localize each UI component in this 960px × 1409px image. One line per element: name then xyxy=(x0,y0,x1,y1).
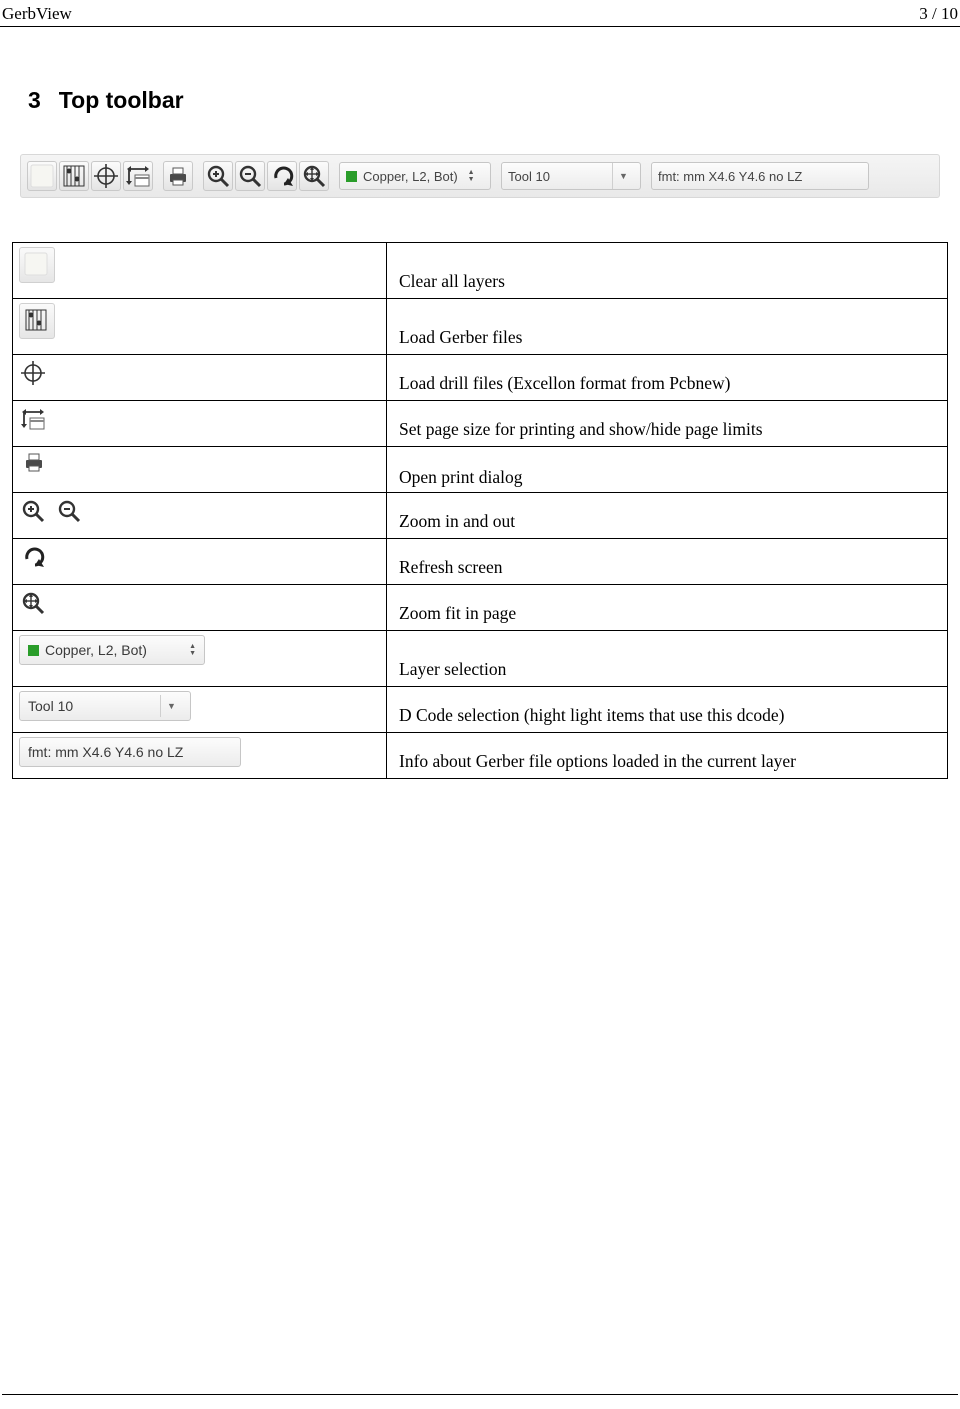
dropdown-arrow-icon: ▼ xyxy=(160,695,182,717)
layer-color-icon xyxy=(346,171,357,182)
page-size-button[interactable] xyxy=(123,161,153,191)
table-row: Load drill files (Excellon format from P… xyxy=(13,355,948,401)
desc-text: Set page size for printing and show/hide… xyxy=(399,419,763,439)
desc-text: Layer selection xyxy=(399,659,506,679)
section-heading: 3 Top toolbar xyxy=(28,87,960,114)
format-display-label: fmt: mm X4.6 Y4.6 no LZ xyxy=(28,744,183,760)
layer-color-icon xyxy=(28,645,39,656)
table-row: Load Gerber files xyxy=(13,299,948,355)
load-drill-icon xyxy=(19,359,49,389)
zoom-fit-button[interactable] xyxy=(299,161,329,191)
zoom-out-icon xyxy=(55,497,85,527)
load-drill-button[interactable] xyxy=(91,161,121,191)
section-number: 3 xyxy=(28,87,41,113)
toolbar-description-table: Clear all layers Load Gerber files Load … xyxy=(12,242,948,779)
dropdown-arrow-icon: ▼ xyxy=(612,163,634,189)
page-number: 3 / 10 xyxy=(919,4,958,24)
zoom-fit-icon xyxy=(19,589,49,619)
desc-text: Load drill files (Excellon format from P… xyxy=(399,373,730,393)
tool-select-label: Tool 10 xyxy=(508,169,600,184)
table-row: Tool 10 ▼ D Code selection (hight light … xyxy=(13,687,948,733)
desc-text: Info about Gerber file options loaded in… xyxy=(399,751,796,771)
tool-select[interactable]: Tool 10 ▼ xyxy=(501,162,641,190)
layer-select-label: Copper, L2, Bot) xyxy=(363,169,458,184)
clear-layers-button[interactable] xyxy=(27,161,57,191)
print-icon xyxy=(19,447,49,477)
page-footer xyxy=(2,1394,958,1395)
desc-text: Clear all layers xyxy=(399,271,505,291)
table-row: Refresh screen xyxy=(13,539,948,585)
table-row: Copper, L2, Bot) ▲▼ Layer selection xyxy=(13,631,948,687)
refresh-icon xyxy=(19,543,49,573)
table-row: Set page size for printing and show/hide… xyxy=(13,401,948,447)
load-gerber-icon xyxy=(19,303,55,339)
section-title: Top toolbar xyxy=(59,87,184,113)
format-display-widget: fmt: mm X4.6 Y4.6 no LZ xyxy=(19,737,241,767)
spinner-arrows-icon: ▲▼ xyxy=(189,643,196,657)
format-display-label: fmt: mm X4.6 Y4.6 no LZ xyxy=(658,169,802,184)
zoom-in-icon xyxy=(19,497,49,527)
load-gerber-button[interactable] xyxy=(59,161,89,191)
desc-text: Refresh screen xyxy=(399,557,503,577)
refresh-button[interactable] xyxy=(267,161,297,191)
desc-text: Open print dialog xyxy=(399,467,522,487)
layer-select-label: Copper, L2, Bot) xyxy=(45,642,147,658)
desc-text: D Code selection (hight light items that… xyxy=(399,705,784,725)
table-row: fmt: mm X4.6 Y4.6 no LZ Info about Gerbe… xyxy=(13,733,948,779)
zoom-in-button[interactable] xyxy=(203,161,233,191)
toolbar-strip: Copper, L2, Bot) ▲▼ Tool 10 ▼ fmt: mm X4… xyxy=(20,154,940,198)
page-size-icon xyxy=(19,405,49,435)
layer-select-widget[interactable]: Copper, L2, Bot) ▲▼ xyxy=(19,635,205,665)
doc-title: GerbView xyxy=(2,4,72,24)
layer-select[interactable]: Copper, L2, Bot) ▲▼ xyxy=(339,162,491,190)
tool-select-widget[interactable]: Tool 10 ▼ xyxy=(19,691,191,721)
desc-text: Zoom fit in page xyxy=(399,603,516,623)
clear-layers-icon xyxy=(19,247,55,283)
zoom-out-button[interactable] xyxy=(235,161,265,191)
format-display: fmt: mm X4.6 Y4.6 no LZ xyxy=(651,162,869,190)
table-row: Zoom in and out xyxy=(13,493,948,539)
page-header: GerbView 3 / 10 xyxy=(0,0,960,27)
table-row: Zoom fit in page xyxy=(13,585,948,631)
desc-text: Load Gerber files xyxy=(399,327,522,347)
tool-select-label: Tool 10 xyxy=(28,698,148,714)
spinner-arrows-icon: ▲▼ xyxy=(468,169,475,183)
print-button[interactable] xyxy=(163,161,193,191)
table-row: Clear all layers xyxy=(13,243,948,299)
desc-text: Zoom in and out xyxy=(399,511,515,531)
table-row: Open print dialog xyxy=(13,447,948,493)
